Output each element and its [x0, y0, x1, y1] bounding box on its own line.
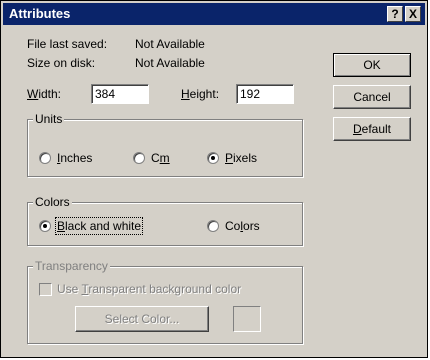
- transparency-group-label: Transparency: [33, 259, 110, 273]
- width-input[interactable]: [91, 84, 149, 104]
- units-group: [27, 119, 303, 177]
- use-transparent-checkbox[interactable]: [39, 283, 52, 296]
- dialog-title: Attributes: [9, 6, 71, 21]
- size-on-disk-label: Size on disk:: [27, 56, 96, 70]
- cm-radio[interactable]: [133, 152, 145, 164]
- transparency-group: [27, 266, 303, 344]
- width-label: Width:: [27, 87, 62, 101]
- black-and-white-radio[interactable]: [39, 220, 51, 232]
- transparent-color-swatch: [233, 306, 261, 332]
- attributes-dialog: Attributes ? X File last saved: Not Avai…: [0, 0, 428, 358]
- use-transparent-label[interactable]: Use Transparent background color: [57, 282, 241, 296]
- colors-label[interactable]: Colors: [225, 219, 260, 233]
- default-button[interactable]: Default: [333, 117, 411, 141]
- ok-button[interactable]: OK: [333, 53, 411, 77]
- height-input[interactable]: [236, 84, 294, 104]
- last-saved-label: File last saved:: [27, 37, 108, 51]
- close-button[interactable]: X: [405, 6, 421, 22]
- help-icon: ?: [391, 7, 399, 21]
- select-color-button[interactable]: Select Color...: [75, 306, 209, 332]
- close-icon: X: [408, 7, 417, 21]
- help-button[interactable]: ?: [387, 6, 403, 22]
- colors-group-label: Colors: [33, 195, 72, 209]
- pixels-label[interactable]: Pixels: [225, 151, 257, 165]
- last-saved-value: Not Available: [135, 37, 205, 51]
- cm-label[interactable]: Cm: [151, 151, 170, 165]
- inches-label[interactable]: Inches: [57, 151, 92, 165]
- title-bar[interactable]: Attributes ? X: [3, 3, 425, 25]
- cancel-button[interactable]: Cancel: [333, 85, 411, 109]
- black-and-white-label[interactable]: Black and white: [54, 217, 144, 235]
- inches-radio[interactable]: [39, 152, 51, 164]
- height-label: Height:: [181, 87, 220, 101]
- size-on-disk-value: Not Available: [135, 56, 205, 70]
- pixels-radio[interactable]: [207, 152, 219, 164]
- units-group-label: Units: [33, 112, 65, 126]
- colors-radio[interactable]: [207, 220, 219, 232]
